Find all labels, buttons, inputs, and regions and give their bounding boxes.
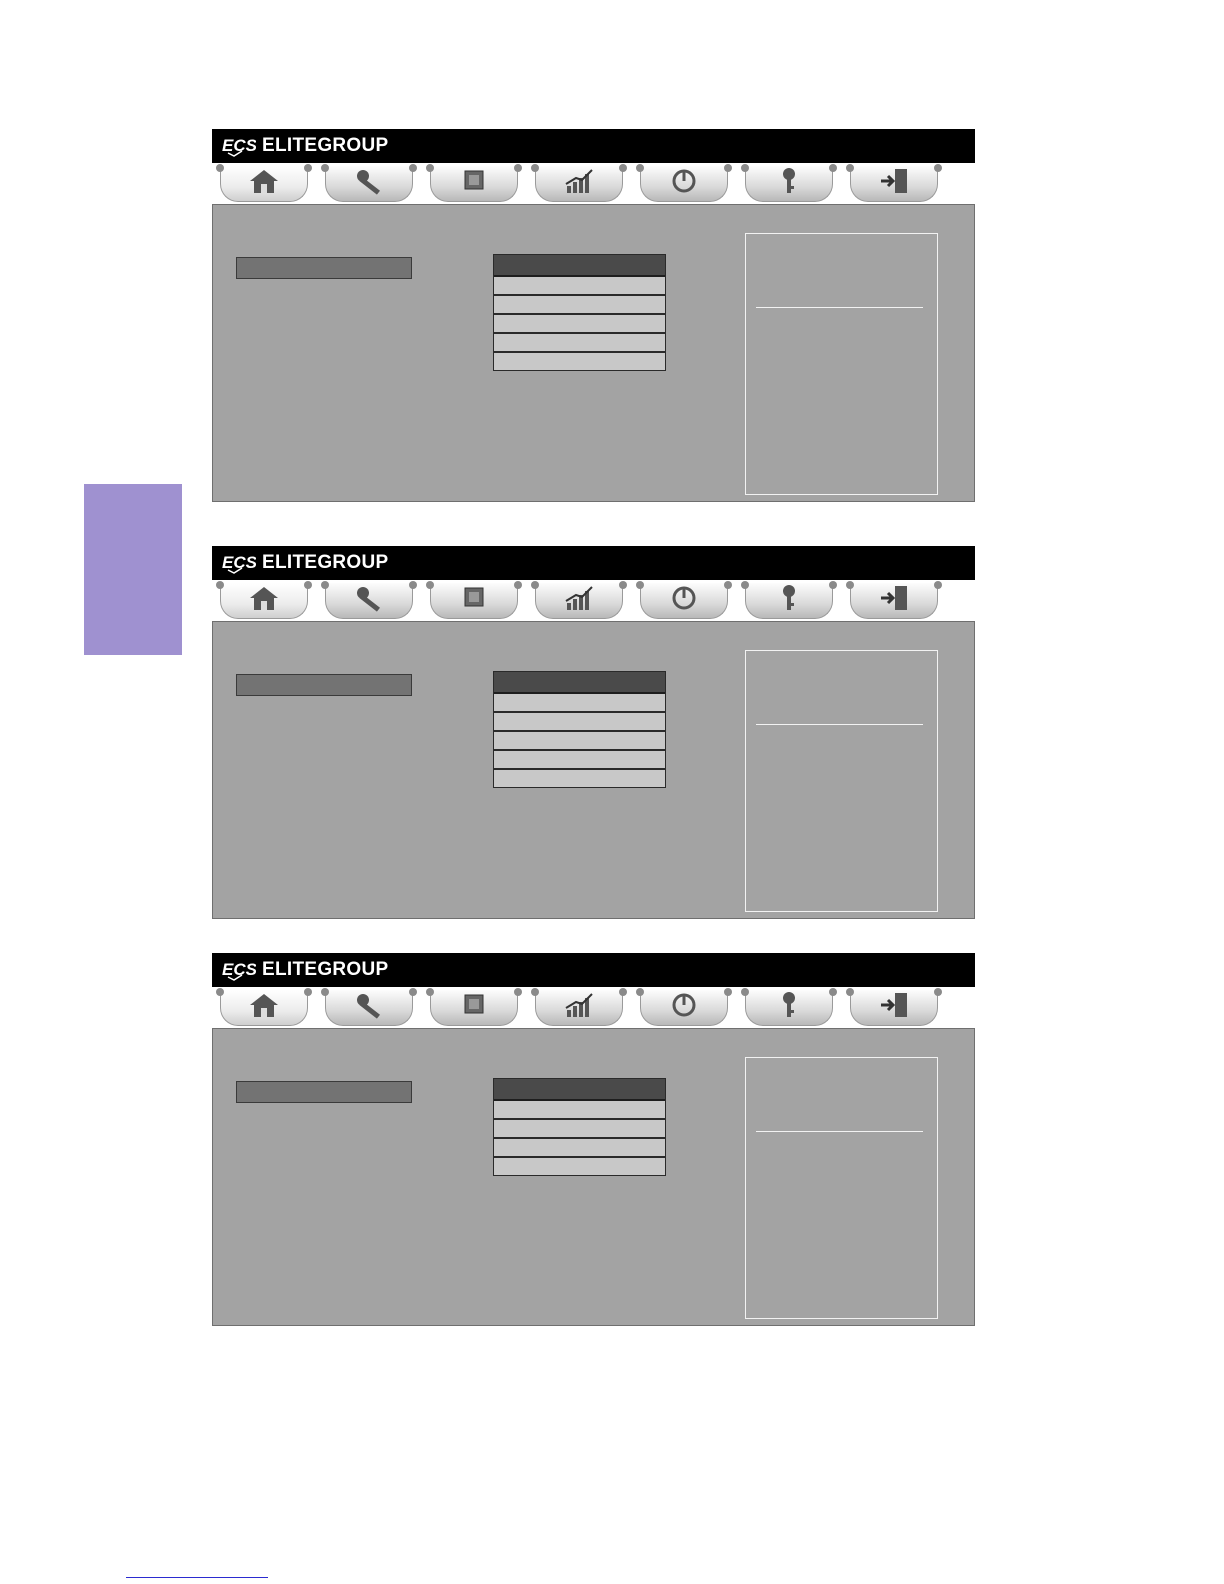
power-icon xyxy=(667,583,701,618)
option-item[interactable] xyxy=(494,732,665,751)
options-popup xyxy=(493,671,666,788)
chip-icon xyxy=(457,166,491,201)
bios-screen-1: ECS ELITEGROUP xyxy=(212,129,975,502)
tab-power[interactable] xyxy=(636,988,732,1026)
options-popup xyxy=(493,1078,666,1176)
setup-body xyxy=(212,1028,975,1326)
option-item[interactable] xyxy=(494,315,665,334)
option-item[interactable] xyxy=(494,296,665,315)
help-divider xyxy=(756,307,923,308)
tab-performance[interactable] xyxy=(531,581,627,619)
ecs-logo-icon: ECS xyxy=(222,957,256,983)
option-item[interactable] xyxy=(494,1101,665,1120)
chart-icon xyxy=(562,583,596,618)
chapter-tab xyxy=(84,484,182,655)
chart-icon xyxy=(562,990,596,1025)
title-bar: ECS ELITEGROUP xyxy=(212,129,975,163)
key-icon xyxy=(772,166,806,201)
help-panel xyxy=(745,233,938,495)
exit-icon xyxy=(877,990,911,1025)
tab-advanced[interactable] xyxy=(321,164,417,202)
tab-advanced[interactable] xyxy=(321,581,417,619)
tab-bar xyxy=(212,580,975,621)
key-icon xyxy=(772,990,806,1025)
option-item[interactable] xyxy=(494,353,665,370)
option-item[interactable] xyxy=(494,694,665,713)
title-bar: ECS ELITEGROUP xyxy=(212,953,975,987)
power-icon xyxy=(667,990,701,1025)
footer-rule xyxy=(126,1577,268,1578)
tab-security[interactable] xyxy=(741,164,837,202)
tab-main[interactable] xyxy=(216,581,312,619)
option-item[interactable] xyxy=(494,1120,665,1139)
tab-chipset[interactable] xyxy=(426,988,522,1026)
tab-chipset[interactable] xyxy=(426,581,522,619)
tab-bar xyxy=(212,163,975,204)
wrench-icon xyxy=(352,166,386,201)
tab-exit[interactable] xyxy=(846,988,942,1026)
tab-bar xyxy=(212,987,975,1028)
selected-setting[interactable] xyxy=(236,1081,412,1103)
ecs-logo-icon: ECS xyxy=(222,550,256,576)
brand-name: ELITEGROUP xyxy=(262,552,389,573)
options-popup xyxy=(493,254,666,371)
help-divider xyxy=(756,1131,923,1132)
options-header xyxy=(494,672,665,694)
tab-main[interactable] xyxy=(216,988,312,1026)
help-panel xyxy=(745,1057,938,1319)
tab-power[interactable] xyxy=(636,164,732,202)
exit-icon xyxy=(877,583,911,618)
tab-exit[interactable] xyxy=(846,164,942,202)
home-icon xyxy=(247,990,281,1025)
option-item[interactable] xyxy=(494,277,665,296)
chip-icon xyxy=(457,583,491,618)
setup-body xyxy=(212,621,975,919)
chip-icon xyxy=(457,990,491,1025)
wrench-icon xyxy=(352,990,386,1025)
title-bar: ECS ELITEGROUP xyxy=(212,546,975,580)
tab-main[interactable] xyxy=(216,164,312,202)
ecs-logo-icon: ECS xyxy=(222,133,256,159)
tab-performance[interactable] xyxy=(531,164,627,202)
help-divider xyxy=(756,724,923,725)
tab-advanced[interactable] xyxy=(321,988,417,1026)
tab-exit[interactable] xyxy=(846,581,942,619)
option-item[interactable] xyxy=(494,1139,665,1158)
tab-security[interactable] xyxy=(741,988,837,1026)
key-icon xyxy=(772,583,806,618)
brand-name: ELITEGROUP xyxy=(262,135,389,156)
options-header xyxy=(494,1079,665,1101)
option-item[interactable] xyxy=(494,751,665,770)
power-icon xyxy=(667,166,701,201)
help-panel xyxy=(745,650,938,912)
selected-setting[interactable] xyxy=(236,257,412,279)
exit-icon xyxy=(877,166,911,201)
selected-setting[interactable] xyxy=(236,674,412,696)
option-item[interactable] xyxy=(494,713,665,732)
option-item[interactable] xyxy=(494,770,665,787)
bios-screen-2: ECS ELITEGROUP xyxy=(212,546,975,919)
tab-security[interactable] xyxy=(741,581,837,619)
wrench-icon xyxy=(352,583,386,618)
setup-body xyxy=(212,204,975,502)
tab-performance[interactable] xyxy=(531,988,627,1026)
tab-chipset[interactable] xyxy=(426,164,522,202)
options-header xyxy=(494,255,665,277)
home-icon xyxy=(247,583,281,618)
option-item[interactable] xyxy=(494,1158,665,1175)
tab-power[interactable] xyxy=(636,581,732,619)
home-icon xyxy=(247,166,281,201)
chart-icon xyxy=(562,166,596,201)
bios-screen-3: ECS ELITEGROUP xyxy=(212,953,975,1326)
brand-name: ELITEGROUP xyxy=(262,959,389,980)
option-item[interactable] xyxy=(494,334,665,353)
